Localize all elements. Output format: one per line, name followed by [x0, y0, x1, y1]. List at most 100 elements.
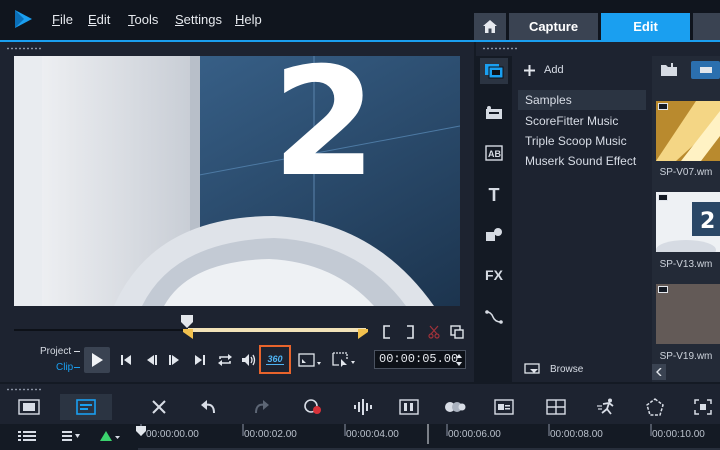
transition-icon: AB: [485, 145, 503, 161]
add-marker-button[interactable]: [100, 430, 120, 444]
view-mode-button[interactable]: [691, 61, 720, 79]
sound-mixer-button[interactable]: [350, 396, 376, 418]
browse-label: Browse: [550, 363, 584, 375]
aspect-ratio-button[interactable]: [297, 351, 323, 369]
title-category-button[interactable]: T: [480, 182, 508, 208]
menu-edit[interactable]: Edit: [88, 12, 110, 27]
timecode-stepper-icon[interactable]: [456, 354, 462, 366]
playhead-marker[interactable]: [181, 315, 193, 329]
import-folder-button[interactable]: [660, 63, 680, 79]
mark-out-icon[interactable]: [404, 324, 416, 340]
enlarge-preview-icon[interactable]: [449, 324, 465, 340]
timecode-value: 00:00:05.00: [379, 352, 459, 366]
timeline-ruler[interactable]: 00:00:00.00 00:00:02.00 00:00:04.00 00:0…: [0, 424, 720, 450]
timeline-toolbar: [0, 384, 720, 424]
project-mode-dash: [74, 351, 80, 352]
track-manager-icon: [18, 431, 36, 441]
playback-controls: Project Clip 360 00:00:05.00: [0, 342, 474, 378]
speaker-icon: [242, 354, 256, 366]
timeline-playhead-icon[interactable]: [136, 426, 146, 436]
track-manager-button[interactable]: [18, 430, 38, 444]
browse-button[interactable]: Browse: [524, 361, 624, 377]
timeline-view-icon: [76, 399, 96, 415]
tab-home[interactable]: [474, 13, 506, 40]
clip-mode-label[interactable]: Clip: [56, 362, 73, 373]
repeat-button[interactable]: [215, 351, 235, 369]
vr-360-button[interactable]: 360: [259, 345, 291, 374]
media-thumbnail[interactable]: [656, 101, 720, 161]
ruler-tick-label: 00:00:10.00: [652, 429, 705, 440]
play-button[interactable]: [84, 347, 110, 373]
panel-grip[interactable]: [6, 388, 42, 391]
toolbar-tools-button[interactable]: [146, 396, 172, 418]
thumbnail-label: SP-V19.wm: [659, 351, 713, 362]
subtitle-editor-button[interactable]: [491, 396, 517, 418]
library-folder-item[interactable]: ScoreFitter Music: [518, 111, 646, 131]
svg-text:2: 2: [700, 209, 715, 234]
app-logo-icon: [15, 10, 32, 28]
previous-frame-button[interactable]: [143, 351, 161, 369]
menu-tools[interactable]: Tools: [128, 12, 158, 27]
timecode-field[interactable]: 00:00:05.00: [374, 350, 466, 369]
crop-button[interactable]: [331, 351, 357, 369]
ruler-tick-label: 00:00:00.00: [146, 429, 199, 440]
library-thumbnails: SP-V07.wm 2 SP-V13.wm SP-V19.wm: [652, 56, 720, 382]
media-thumbnail[interactable]: [656, 284, 720, 344]
graphic-icon: [486, 228, 502, 241]
chapter-cue-button[interactable]: [62, 430, 82, 444]
plus-icon: [524, 64, 535, 76]
video-preview: 2: [14, 56, 460, 306]
split-clip-icon[interactable]: [426, 324, 442, 340]
multi-camera-button[interactable]: [543, 396, 569, 418]
path-category-button[interactable]: [480, 304, 508, 330]
home-icon: [483, 20, 497, 33]
auto-music-button[interactable]: [396, 396, 422, 418]
add-folder-button[interactable]: Add: [524, 62, 584, 78]
library-folder-list: Add Samples ScoreFitter Music Triple Sco…: [514, 56, 650, 382]
collapse-panel-button[interactable]: [652, 364, 666, 380]
skip-end-icon: [195, 355, 205, 365]
redo-button[interactable]: [248, 396, 274, 418]
media-category-button[interactable]: [480, 58, 508, 84]
mark-in-icon[interactable]: [381, 324, 393, 340]
skip-start-icon: [121, 355, 131, 365]
trim-marker-in[interactable]: [183, 329, 193, 339]
go-to-start-button[interactable]: [117, 351, 135, 369]
panel-grip[interactable]: [6, 47, 42, 50]
instant-project-icon: [486, 106, 502, 119]
motion-track-icon: [445, 402, 466, 412]
panel-grip[interactable]: [482, 47, 518, 50]
record-icon: [304, 399, 321, 414]
filter-category-button[interactable]: FX: [480, 262, 508, 288]
timeline-view-button[interactable]: [60, 394, 112, 420]
project-mode-label[interactable]: Project: [40, 346, 71, 357]
library-folder-item[interactable]: Samples: [518, 90, 646, 110]
filmstrip-icon: [18, 399, 40, 415]
library-folder-item[interactable]: Muserk Sound Effect: [518, 151, 646, 171]
time-remapping-button[interactable]: [594, 396, 620, 418]
motion-tracking-button[interactable]: [442, 396, 468, 418]
record-capture-button[interactable]: [300, 396, 326, 418]
fit-project-button[interactable]: [690, 396, 716, 418]
storyboard-view-button[interactable]: [16, 396, 42, 418]
menu-file[interactable]: File: [52, 12, 73, 27]
crop-icon: [332, 352, 355, 367]
instant-project-button[interactable]: [480, 100, 508, 126]
media-thumbnail[interactable]: 2: [656, 192, 720, 252]
transition-category-button[interactable]: AB: [480, 140, 508, 166]
next-frame-button[interactable]: [165, 351, 183, 369]
grid-icon: [546, 399, 566, 415]
undo-button[interactable]: [196, 396, 222, 418]
tab-share[interactable]: [693, 13, 720, 40]
go-to-end-button[interactable]: [191, 351, 209, 369]
tab-edit[interactable]: Edit: [601, 13, 690, 40]
mask-creator-button[interactable]: [642, 396, 668, 418]
graphic-category-button[interactable]: [480, 222, 508, 248]
volume-button[interactable]: [240, 351, 258, 369]
library-folder-item[interactable]: Triple Scoop Music: [518, 131, 646, 151]
trim-marker-out[interactable]: [358, 329, 368, 339]
menu-help[interactable]: Help: [235, 12, 262, 27]
tab-capture[interactable]: Capture: [509, 13, 598, 40]
menu-settings[interactable]: Settings: [175, 12, 222, 27]
music-track-icon: [399, 399, 419, 415]
